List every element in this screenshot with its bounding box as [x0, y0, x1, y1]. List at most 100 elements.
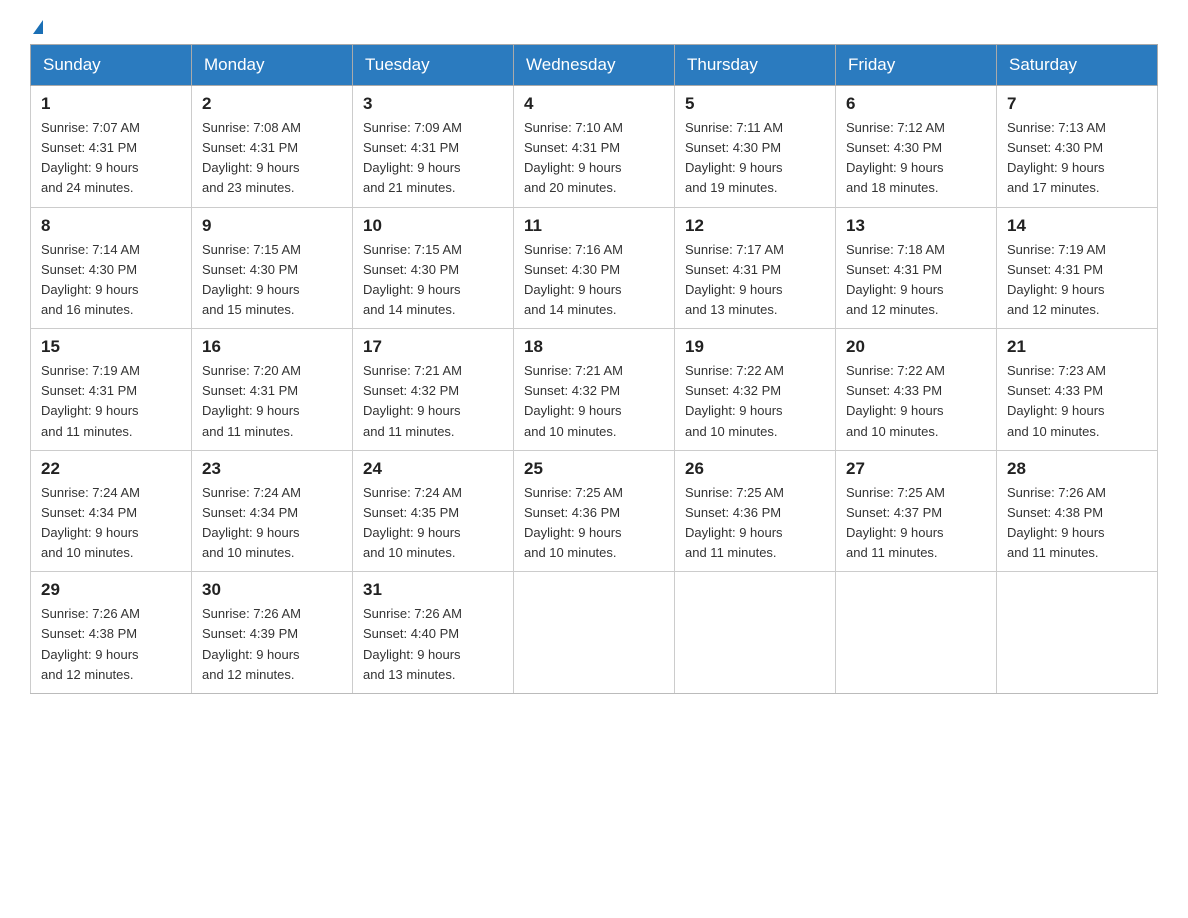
day-info: Sunrise: 7:26 AMSunset: 4:38 PMDaylight:… [1007, 483, 1147, 564]
day-info: Sunrise: 7:19 AMSunset: 4:31 PMDaylight:… [1007, 240, 1147, 321]
calendar-cell: 27 Sunrise: 7:25 AMSunset: 4:37 PMDaylig… [836, 450, 997, 572]
calendar-cell: 17 Sunrise: 7:21 AMSunset: 4:32 PMDaylig… [353, 329, 514, 451]
day-info: Sunrise: 7:23 AMSunset: 4:33 PMDaylight:… [1007, 361, 1147, 442]
day-number: 12 [685, 216, 825, 236]
calendar-cell: 24 Sunrise: 7:24 AMSunset: 4:35 PMDaylig… [353, 450, 514, 572]
calendar-cell: 22 Sunrise: 7:24 AMSunset: 4:34 PMDaylig… [31, 450, 192, 572]
calendar-cell: 25 Sunrise: 7:25 AMSunset: 4:36 PMDaylig… [514, 450, 675, 572]
calendar-week-row: 29 Sunrise: 7:26 AMSunset: 4:38 PMDaylig… [31, 572, 1158, 694]
col-header-wednesday: Wednesday [514, 45, 675, 86]
day-number: 11 [524, 216, 664, 236]
day-number: 31 [363, 580, 503, 600]
calendar-cell: 31 Sunrise: 7:26 AMSunset: 4:40 PMDaylig… [353, 572, 514, 694]
calendar-cell: 28 Sunrise: 7:26 AMSunset: 4:38 PMDaylig… [997, 450, 1158, 572]
calendar-header-row: SundayMondayTuesdayWednesdayThursdayFrid… [31, 45, 1158, 86]
day-info: Sunrise: 7:14 AMSunset: 4:30 PMDaylight:… [41, 240, 181, 321]
day-number: 2 [202, 94, 342, 114]
day-info: Sunrise: 7:13 AMSunset: 4:30 PMDaylight:… [1007, 118, 1147, 199]
day-number: 5 [685, 94, 825, 114]
calendar-cell: 18 Sunrise: 7:21 AMSunset: 4:32 PMDaylig… [514, 329, 675, 451]
day-number: 4 [524, 94, 664, 114]
calendar-cell [675, 572, 836, 694]
day-number: 10 [363, 216, 503, 236]
calendar-cell: 1 Sunrise: 7:07 AMSunset: 4:31 PMDayligh… [31, 86, 192, 208]
day-info: Sunrise: 7:25 AMSunset: 4:36 PMDaylight:… [685, 483, 825, 564]
calendar-cell: 30 Sunrise: 7:26 AMSunset: 4:39 PMDaylig… [192, 572, 353, 694]
col-header-saturday: Saturday [997, 45, 1158, 86]
day-info: Sunrise: 7:24 AMSunset: 4:35 PMDaylight:… [363, 483, 503, 564]
day-number: 3 [363, 94, 503, 114]
day-info: Sunrise: 7:12 AMSunset: 4:30 PMDaylight:… [846, 118, 986, 199]
col-header-thursday: Thursday [675, 45, 836, 86]
day-info: Sunrise: 7:07 AMSunset: 4:31 PMDaylight:… [41, 118, 181, 199]
calendar-cell: 14 Sunrise: 7:19 AMSunset: 4:31 PMDaylig… [997, 207, 1158, 329]
calendar-cell [836, 572, 997, 694]
calendar-cell: 6 Sunrise: 7:12 AMSunset: 4:30 PMDayligh… [836, 86, 997, 208]
day-number: 29 [41, 580, 181, 600]
calendar-cell: 19 Sunrise: 7:22 AMSunset: 4:32 PMDaylig… [675, 329, 836, 451]
calendar-cell: 21 Sunrise: 7:23 AMSunset: 4:33 PMDaylig… [997, 329, 1158, 451]
calendar-cell: 10 Sunrise: 7:15 AMSunset: 4:30 PMDaylig… [353, 207, 514, 329]
col-header-sunday: Sunday [31, 45, 192, 86]
calendar-cell [514, 572, 675, 694]
day-info: Sunrise: 7:26 AMSunset: 4:38 PMDaylight:… [41, 604, 181, 685]
day-info: Sunrise: 7:24 AMSunset: 4:34 PMDaylight:… [202, 483, 342, 564]
day-number: 16 [202, 337, 342, 357]
day-info: Sunrise: 7:19 AMSunset: 4:31 PMDaylight:… [41, 361, 181, 442]
day-info: Sunrise: 7:22 AMSunset: 4:32 PMDaylight:… [685, 361, 825, 442]
calendar-cell: 3 Sunrise: 7:09 AMSunset: 4:31 PMDayligh… [353, 86, 514, 208]
day-info: Sunrise: 7:25 AMSunset: 4:37 PMDaylight:… [846, 483, 986, 564]
calendar-cell: 15 Sunrise: 7:19 AMSunset: 4:31 PMDaylig… [31, 329, 192, 451]
day-number: 8 [41, 216, 181, 236]
calendar-week-row: 1 Sunrise: 7:07 AMSunset: 4:31 PMDayligh… [31, 86, 1158, 208]
day-info: Sunrise: 7:16 AMSunset: 4:30 PMDaylight:… [524, 240, 664, 321]
day-number: 28 [1007, 459, 1147, 479]
calendar-cell: 29 Sunrise: 7:26 AMSunset: 4:38 PMDaylig… [31, 572, 192, 694]
calendar-cell: 16 Sunrise: 7:20 AMSunset: 4:31 PMDaylig… [192, 329, 353, 451]
day-number: 25 [524, 459, 664, 479]
calendar-cell: 23 Sunrise: 7:24 AMSunset: 4:34 PMDaylig… [192, 450, 353, 572]
day-info: Sunrise: 7:11 AMSunset: 4:30 PMDaylight:… [685, 118, 825, 199]
calendar-cell [997, 572, 1158, 694]
col-header-tuesday: Tuesday [353, 45, 514, 86]
calendar-cell: 7 Sunrise: 7:13 AMSunset: 4:30 PMDayligh… [997, 86, 1158, 208]
calendar-table: SundayMondayTuesdayWednesdayThursdayFrid… [30, 44, 1158, 694]
day-info: Sunrise: 7:15 AMSunset: 4:30 PMDaylight:… [202, 240, 342, 321]
col-header-monday: Monday [192, 45, 353, 86]
day-number: 24 [363, 459, 503, 479]
day-number: 7 [1007, 94, 1147, 114]
calendar-cell: 20 Sunrise: 7:22 AMSunset: 4:33 PMDaylig… [836, 329, 997, 451]
day-number: 13 [846, 216, 986, 236]
logo [30, 20, 43, 26]
day-number: 19 [685, 337, 825, 357]
calendar-week-row: 8 Sunrise: 7:14 AMSunset: 4:30 PMDayligh… [31, 207, 1158, 329]
day-info: Sunrise: 7:08 AMSunset: 4:31 PMDaylight:… [202, 118, 342, 199]
calendar-cell: 9 Sunrise: 7:15 AMSunset: 4:30 PMDayligh… [192, 207, 353, 329]
calendar-week-row: 15 Sunrise: 7:19 AMSunset: 4:31 PMDaylig… [31, 329, 1158, 451]
day-info: Sunrise: 7:26 AMSunset: 4:40 PMDaylight:… [363, 604, 503, 685]
logo-triangle-icon [33, 20, 43, 34]
day-number: 18 [524, 337, 664, 357]
day-info: Sunrise: 7:21 AMSunset: 4:32 PMDaylight:… [363, 361, 503, 442]
calendar-cell: 11 Sunrise: 7:16 AMSunset: 4:30 PMDaylig… [514, 207, 675, 329]
day-info: Sunrise: 7:20 AMSunset: 4:31 PMDaylight:… [202, 361, 342, 442]
day-number: 21 [1007, 337, 1147, 357]
day-number: 14 [1007, 216, 1147, 236]
day-number: 27 [846, 459, 986, 479]
day-info: Sunrise: 7:17 AMSunset: 4:31 PMDaylight:… [685, 240, 825, 321]
day-info: Sunrise: 7:10 AMSunset: 4:31 PMDaylight:… [524, 118, 664, 199]
day-info: Sunrise: 7:09 AMSunset: 4:31 PMDaylight:… [363, 118, 503, 199]
calendar-cell: 8 Sunrise: 7:14 AMSunset: 4:30 PMDayligh… [31, 207, 192, 329]
calendar-cell: 5 Sunrise: 7:11 AMSunset: 4:30 PMDayligh… [675, 86, 836, 208]
day-info: Sunrise: 7:18 AMSunset: 4:31 PMDaylight:… [846, 240, 986, 321]
calendar-week-row: 22 Sunrise: 7:24 AMSunset: 4:34 PMDaylig… [31, 450, 1158, 572]
day-number: 30 [202, 580, 342, 600]
day-info: Sunrise: 7:26 AMSunset: 4:39 PMDaylight:… [202, 604, 342, 685]
day-number: 9 [202, 216, 342, 236]
day-number: 17 [363, 337, 503, 357]
day-info: Sunrise: 7:21 AMSunset: 4:32 PMDaylight:… [524, 361, 664, 442]
day-info: Sunrise: 7:24 AMSunset: 4:34 PMDaylight:… [41, 483, 181, 564]
day-info: Sunrise: 7:22 AMSunset: 4:33 PMDaylight:… [846, 361, 986, 442]
day-info: Sunrise: 7:15 AMSunset: 4:30 PMDaylight:… [363, 240, 503, 321]
calendar-cell: 2 Sunrise: 7:08 AMSunset: 4:31 PMDayligh… [192, 86, 353, 208]
